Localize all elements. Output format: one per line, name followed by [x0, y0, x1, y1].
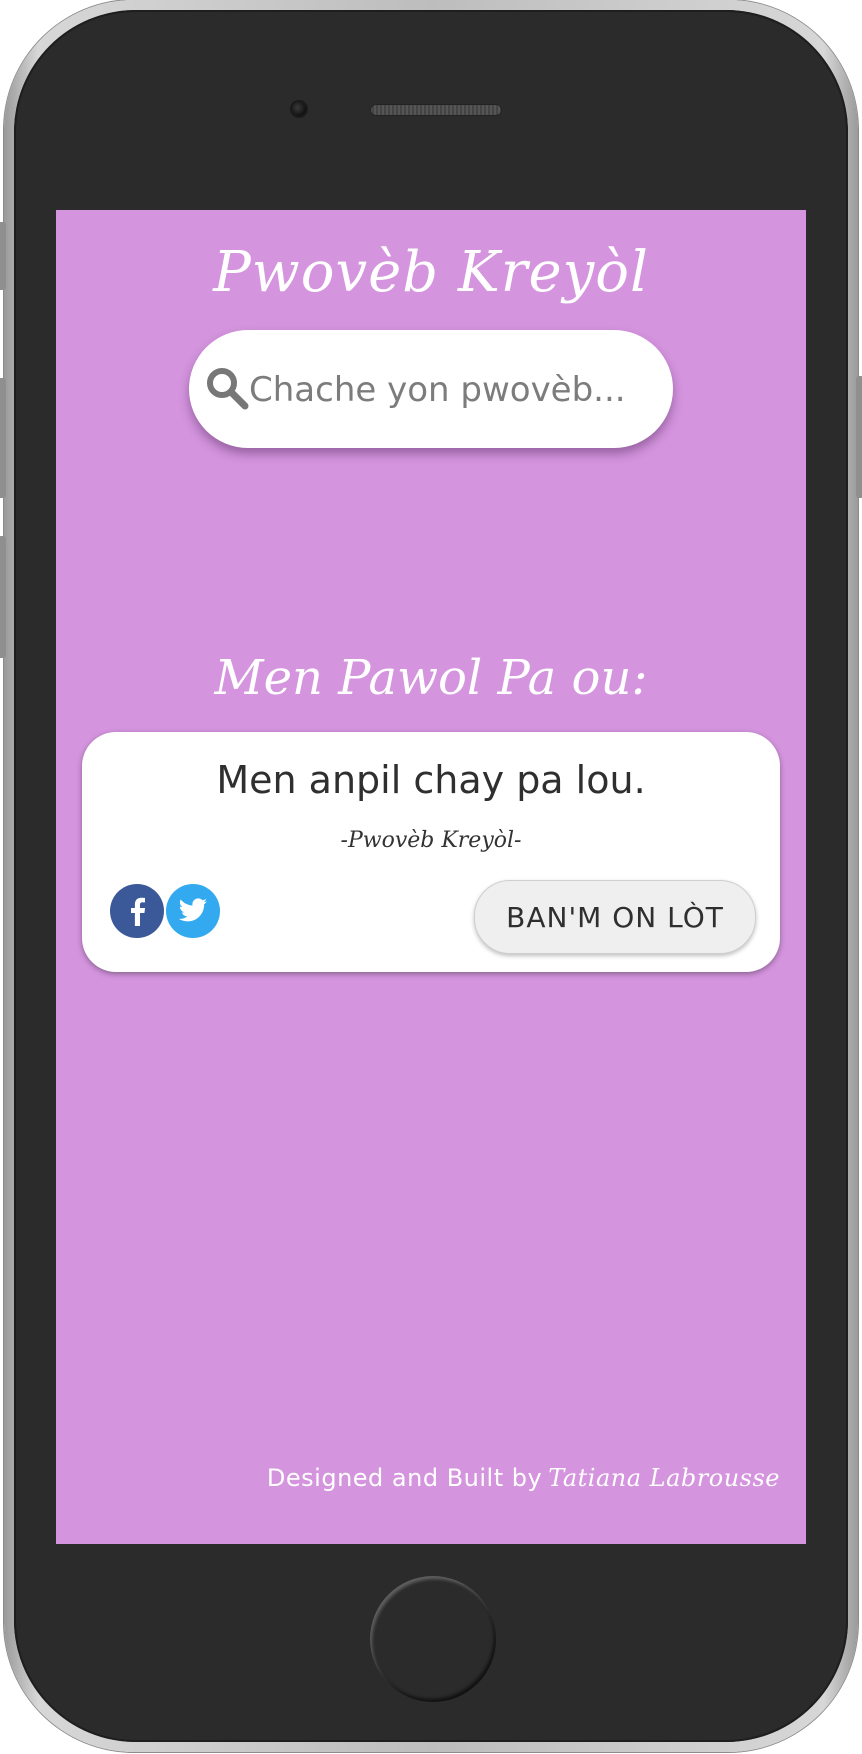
quote-card: Men anpil chay pa lou. -Pwovèb Kreyòl- B… — [82, 732, 780, 972]
power-button — [856, 376, 862, 498]
app-screen: Pwovèb Kreyòl Men Pawol Pa ou: Men anpil… — [56, 210, 806, 1544]
search-bar[interactable] — [189, 330, 673, 448]
footer-author[interactable]: Tatiana Labrousse — [548, 1464, 780, 1492]
twitter-share-button[interactable] — [166, 884, 220, 938]
silent-switch — [0, 222, 6, 290]
earpiece-speaker — [370, 104, 502, 116]
facebook-icon — [131, 897, 146, 926]
random-proverb-button[interactable]: BAN'M ON LÒT — [474, 880, 756, 954]
section-heading: Men Pawol Pa ou: — [214, 650, 648, 706]
front-camera — [292, 102, 306, 116]
twitter-icon — [178, 898, 207, 922]
volume-up-button — [0, 378, 6, 498]
quote-text: Men anpil chay pa lou. — [216, 758, 646, 802]
footer-prefix: Designed and Built by — [266, 1464, 543, 1492]
app-title: Pwovèb Kreyòl — [213, 240, 649, 305]
quote-source: -Pwovèb Kreyòl- — [340, 828, 522, 853]
home-button[interactable] — [370, 1576, 496, 1702]
search-icon — [207, 368, 249, 410]
search-input[interactable] — [247, 352, 661, 428]
footer-credit: Designed and Built by Tatiana Labrousse — [267, 1464, 780, 1492]
volume-down-button — [0, 536, 6, 658]
facebook-share-button[interactable] — [110, 884, 164, 938]
